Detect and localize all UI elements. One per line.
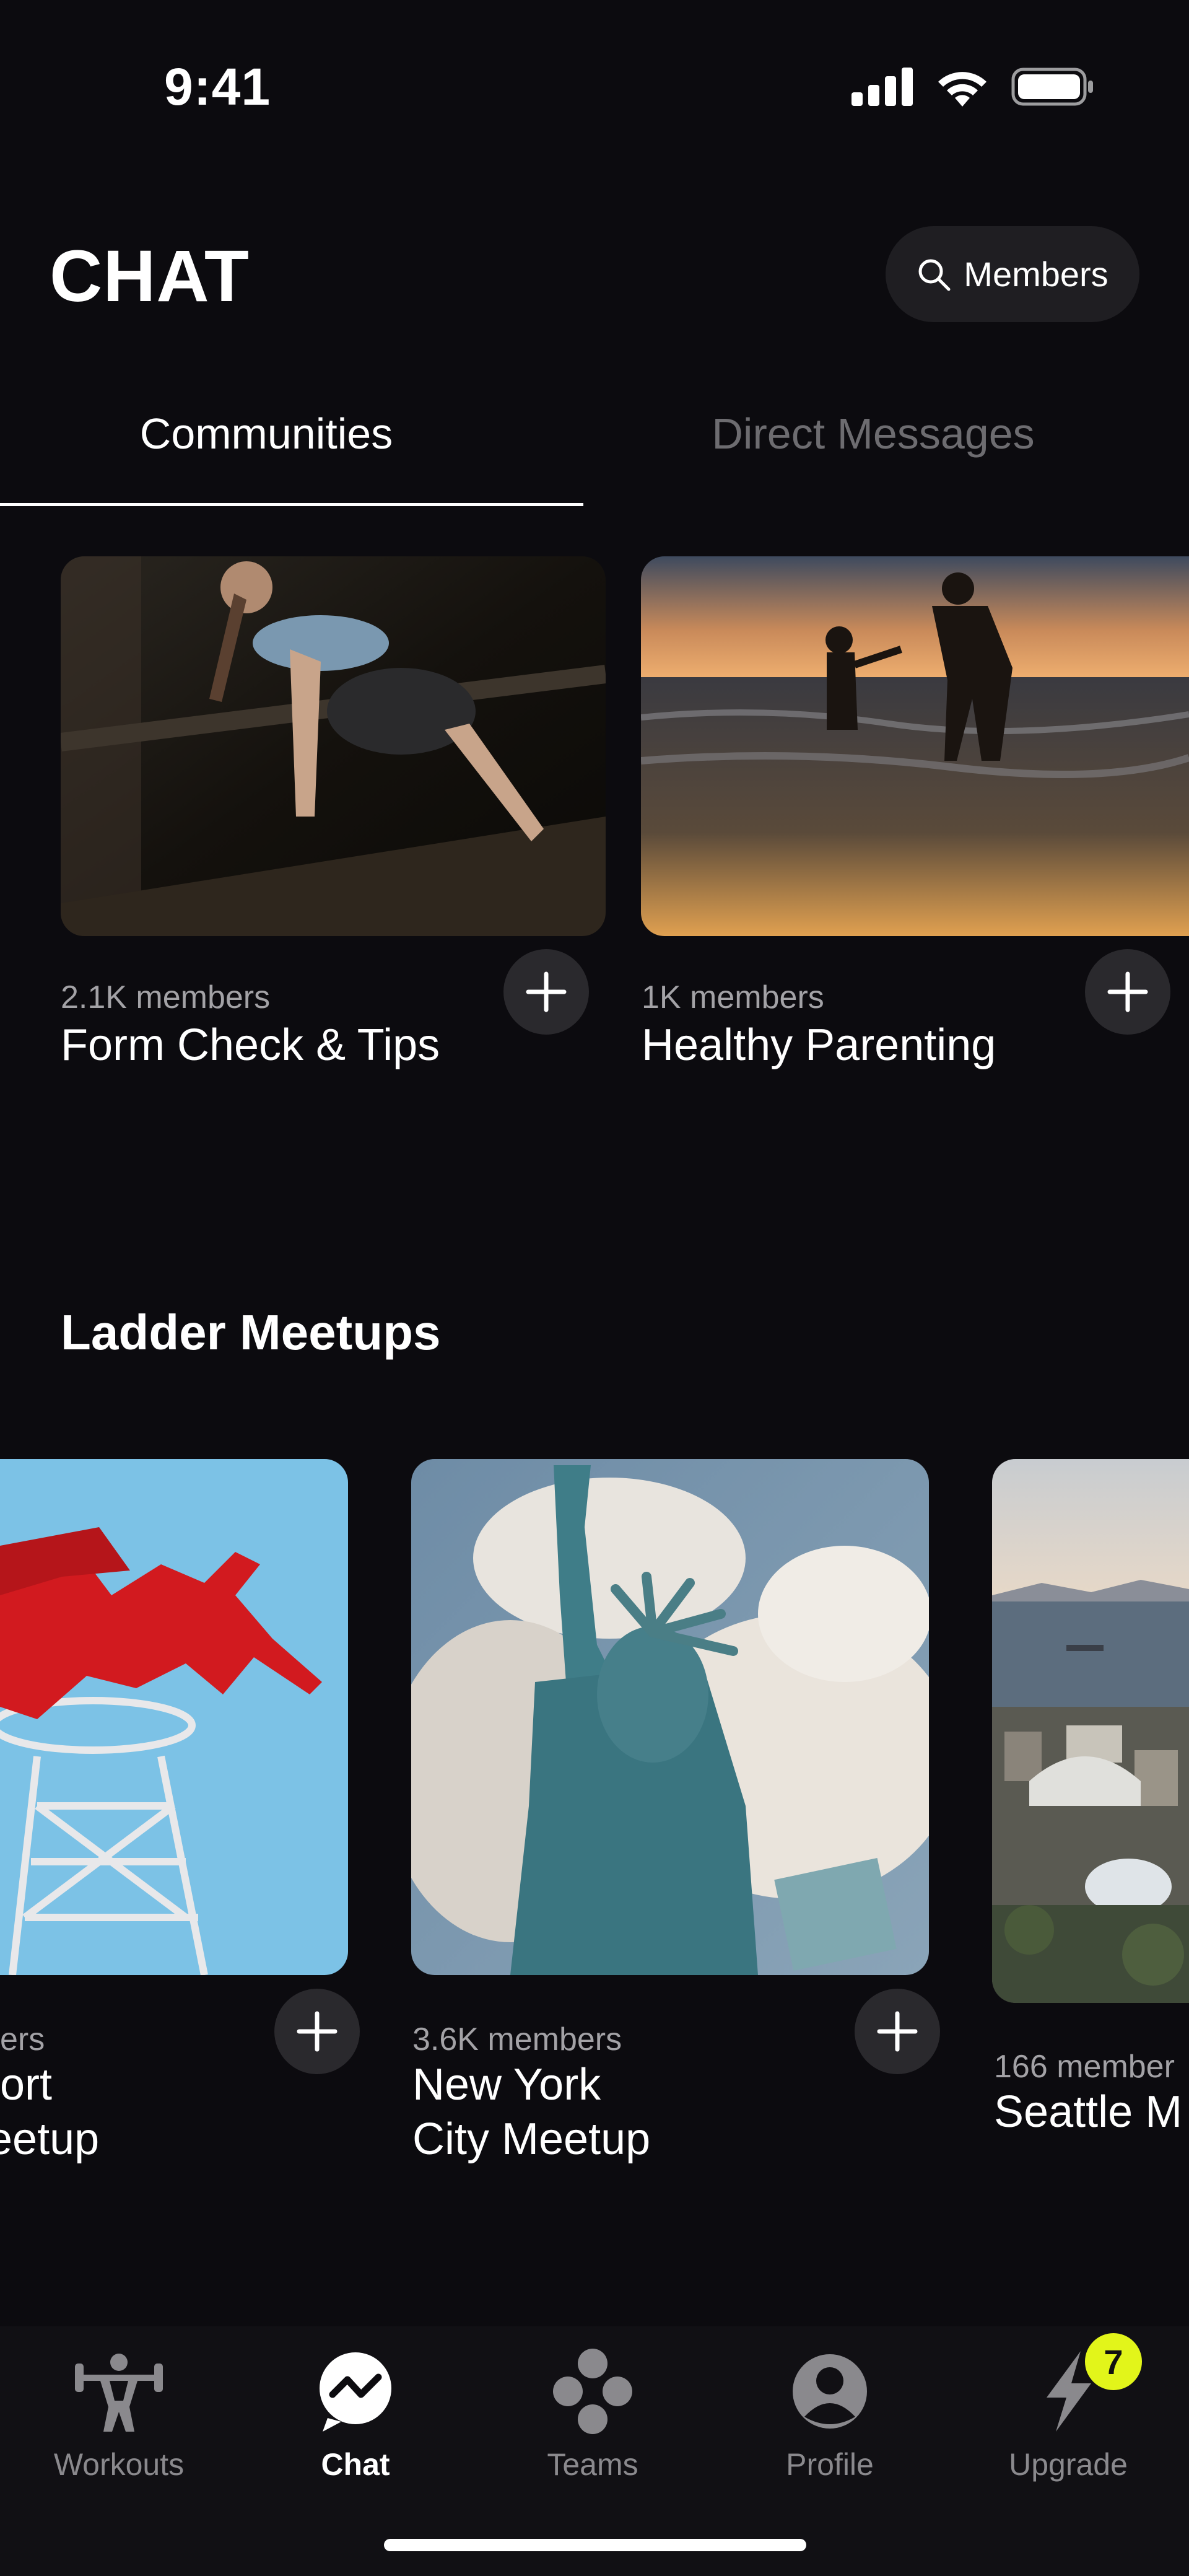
meetup-title-line1[interactable]: New York [412, 2057, 601, 2112]
meetup-title-line2[interactable]: eetup [0, 2112, 99, 2166]
weightlifter-icon [75, 2354, 163, 2432]
join-community-button[interactable] [1085, 949, 1170, 1035]
chat-icon [320, 2352, 391, 2432]
plus-icon [297, 2011, 338, 2052]
meetup-card-image[interactable] [411, 1459, 929, 1975]
section-title-meetups: Ladder Meetups [61, 1305, 441, 1360]
pegasus-sign-photo [0, 1459, 348, 1975]
meetup-title-line2[interactable]: City Meetup [412, 2112, 650, 2166]
signal-icon [851, 68, 913, 106]
meetup-members-count: 166 member [994, 2049, 1175, 2085]
community-members-count: 1K members [642, 979, 824, 1015]
community-card-image[interactable] [641, 556, 1189, 936]
meetup-card-image[interactable] [992, 1459, 1189, 2003]
meetup-title-line1[interactable]: Seattle M [994, 2085, 1182, 2139]
meetup-title-line1[interactable]: ort [0, 2057, 52, 2112]
members-search-button[interactable]: Members [886, 226, 1139, 322]
nav-label-upgrade: Upgrade [1009, 2447, 1128, 2482]
plus-icon [1107, 971, 1148, 1012]
join-community-button[interactable] [503, 949, 589, 1035]
meetup-card-image[interactable] [0, 1459, 348, 1975]
community-members-count: 2.1K members [61, 979, 271, 1015]
nav-item-workouts[interactable]: Workouts [26, 2345, 212, 2482]
status-time: 9:41 [164, 58, 271, 116]
community-title[interactable]: Form Check & Tips [61, 1018, 440, 1072]
meetup-members-count: ers [0, 2022, 45, 2057]
community-title[interactable]: Healthy Parenting [642, 1018, 996, 1072]
nav-item-chat[interactable]: Chat [263, 2345, 448, 2482]
plus-icon [526, 971, 567, 1012]
community-card-image[interactable] [61, 556, 606, 936]
nav-item-profile[interactable]: Profile [737, 2345, 923, 2482]
join-meetup-button[interactable] [855, 1989, 940, 2074]
join-meetup-button[interactable] [274, 1989, 360, 2074]
members-button-label: Members [964, 255, 1108, 294]
meetup-members-count: 3.6K members [412, 2022, 622, 2057]
statue-of-liberty-photo [411, 1459, 929, 1975]
nav-label-workouts: Workouts [53, 2447, 185, 2482]
teams-icon [553, 2349, 632, 2434]
nav-label-profile: Profile [786, 2447, 874, 2482]
tab-direct-messages[interactable]: Direct Messages [594, 409, 1152, 458]
home-indicator[interactable] [384, 2539, 806, 2551]
plus-icon [877, 2011, 918, 2052]
page-title: CHAT [50, 235, 250, 317]
beach-sunset-photo [641, 556, 1189, 936]
nav-item-teams[interactable]: Teams [500, 2345, 686, 2482]
status-icons [851, 67, 1094, 107]
profile-icon [793, 2354, 867, 2429]
yoga-photo [61, 556, 606, 936]
wifi-icon [938, 72, 986, 107]
upgrade-badge: 7 [1085, 2333, 1142, 2390]
nav-label-teams: Teams [547, 2447, 638, 2482]
seattle-photo [992, 1459, 1189, 2003]
tab-communities[interactable]: Communities [0, 409, 533, 458]
nav-label-chat: Chat [321, 2447, 390, 2482]
active-tab-underline [0, 503, 583, 506]
battery-icon [1011, 68, 1093, 106]
search-icon [918, 259, 951, 291]
